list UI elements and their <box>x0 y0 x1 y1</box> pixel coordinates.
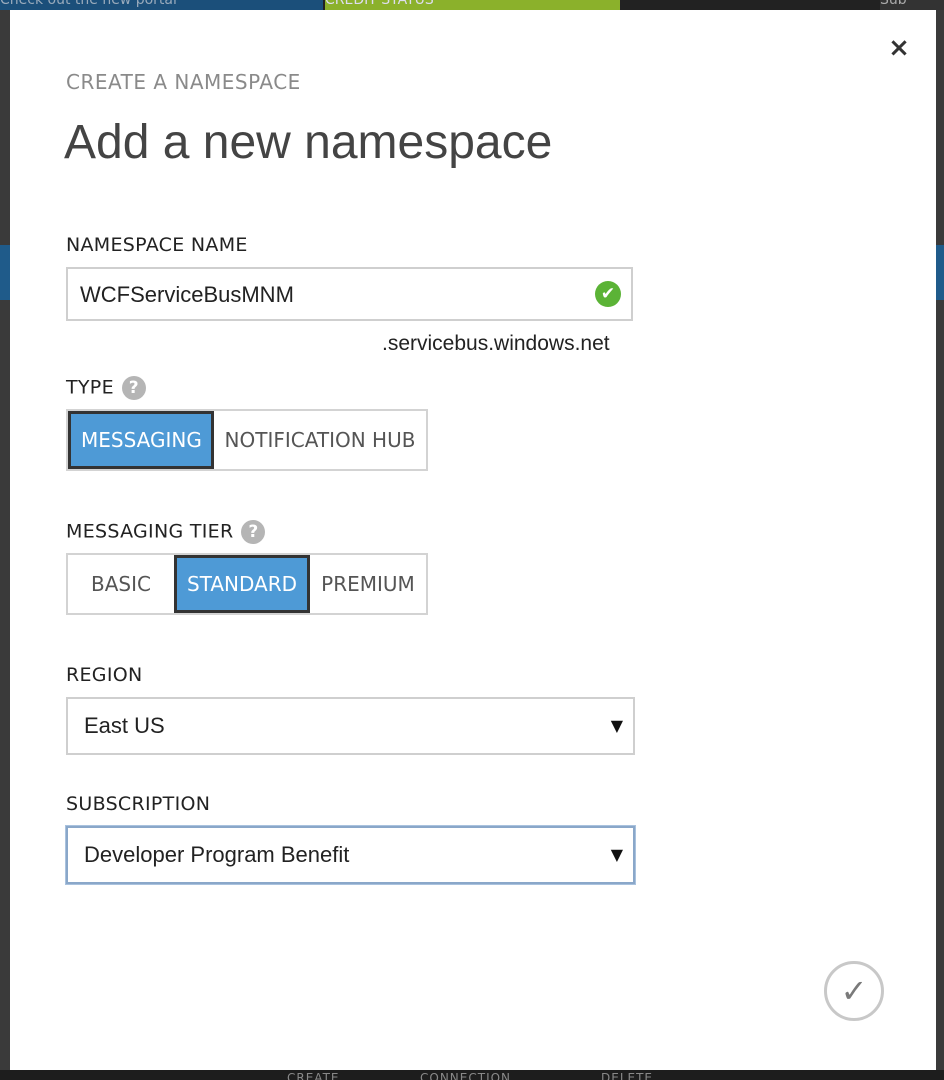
namespace-name-field[interactable]: ✔ <box>66 267 633 321</box>
new-portal-banner: Check out the new portal <box>0 0 323 10</box>
type-option-messaging[interactable]: MESSAGING <box>68 411 214 469</box>
close-icon[interactable]: × <box>887 35 911 61</box>
subscription-label: SUBSCRIPTION <box>66 793 211 815</box>
messaging-tier-label-text: MESSAGING TIER <box>66 520 234 543</box>
background-nav-strip <box>0 245 10 300</box>
tier-option-premium[interactable]: PREMIUM <box>310 555 426 613</box>
region-dropdown-arrow-icon: ▼ <box>610 716 623 735</box>
namespace-domain-suffix: .servicebus.windows.net <box>382 332 610 355</box>
region-dropdown[interactable]: East US ▼ <box>66 697 635 755</box>
connection-command: CONNECTION <box>420 1071 512 1080</box>
create-namespace-dialog: × CREATE A NAMESPACE Add a new namespace… <box>10 10 936 1070</box>
dialog-title: Add a new namespace <box>64 116 553 169</box>
type-selector: MESSAGING NOTIFICATION HUB <box>66 409 428 471</box>
type-label: TYPE? <box>66 376 146 400</box>
namespace-name-label: NAMESPACE NAME <box>66 234 248 256</box>
tier-option-basic[interactable]: BASIC <box>68 555 174 613</box>
background-nav-strip-right <box>936 245 944 300</box>
subscription-value: Developer Program Benefit <box>84 842 350 867</box>
delete-command: DELETE <box>601 1071 654 1080</box>
valid-check-icon: ✔ <box>595 281 621 307</box>
create-command: CREATE <box>287 1071 340 1080</box>
tier-option-standard[interactable]: STANDARD <box>174 555 310 613</box>
type-option-notification-hub[interactable]: NOTIFICATION HUB <box>214 411 426 469</box>
messaging-tier-selector: BASIC STANDARD PREMIUM <box>66 553 428 615</box>
dialog-kicker: CREATE A NAMESPACE <box>66 70 301 94</box>
namespace-name-input[interactable] <box>78 269 582 321</box>
region-value: East US <box>84 713 165 738</box>
subscription-dropdown-arrow-icon: ▼ <box>610 845 623 864</box>
tier-help-icon[interactable]: ? <box>241 520 266 544</box>
confirm-check-button[interactable]: ✓ <box>824 961 884 1021</box>
messaging-tier-label: MESSAGING TIER? <box>66 520 266 544</box>
type-label-text: TYPE <box>66 376 114 399</box>
credit-status-banner: CREDIT STATUS <box>325 0 620 10</box>
region-label: REGION <box>66 664 143 686</box>
subscription-dropdown[interactable]: Developer Program Benefit ▼ <box>66 826 635 884</box>
subscription-banner: Sub <box>880 0 944 10</box>
type-help-icon[interactable]: ? <box>121 376 146 400</box>
